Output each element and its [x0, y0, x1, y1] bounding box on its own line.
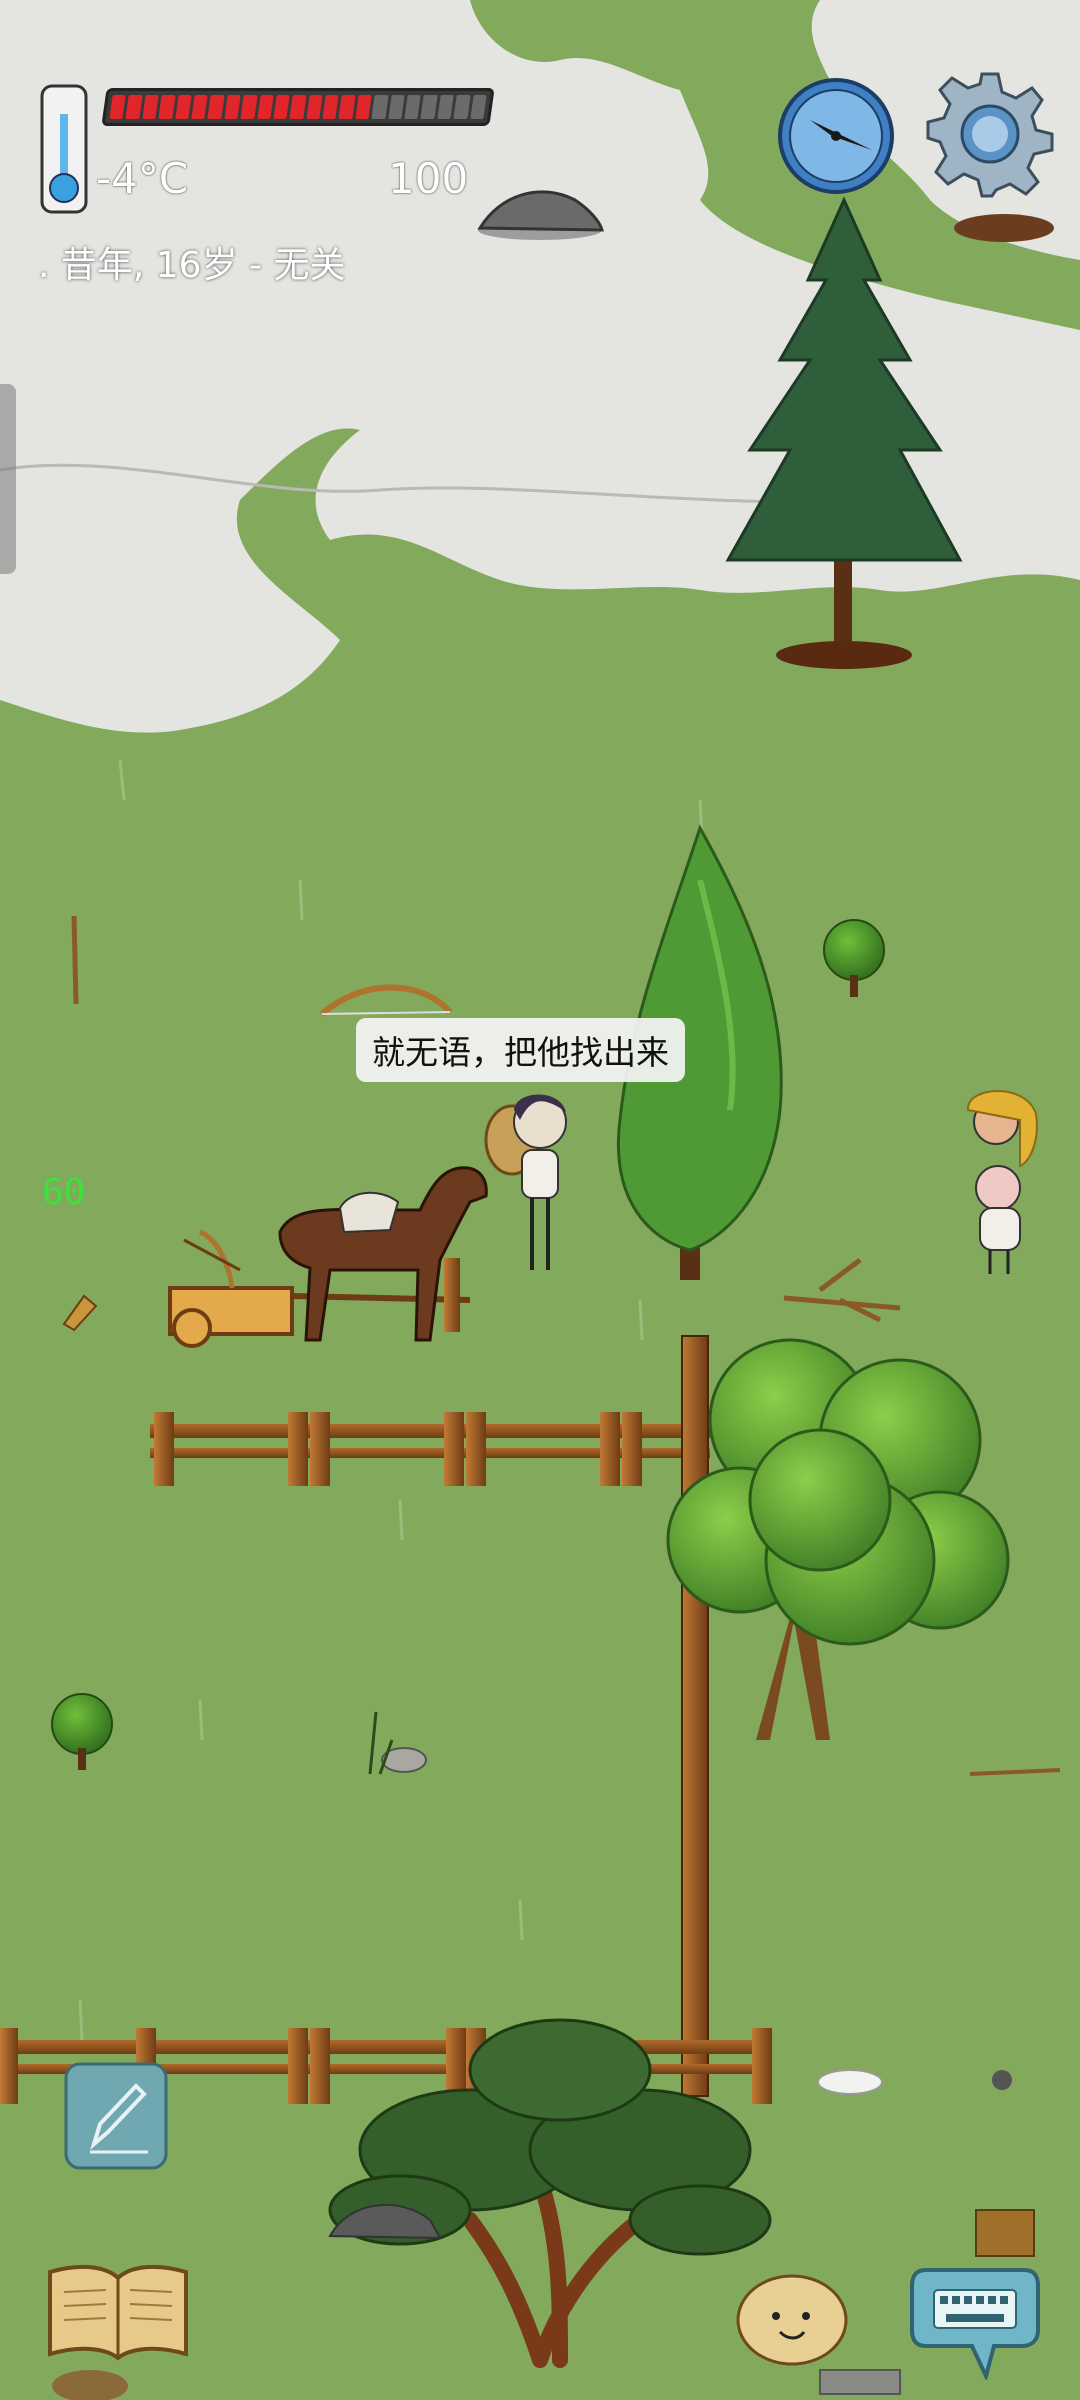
health-segment: [355, 95, 372, 119]
health-segment: [420, 95, 438, 119]
straw-bundle: [975, 2209, 1035, 2257]
speech-bubble: 就无语，把他找出来: [356, 1018, 685, 1082]
wool: [817, 2069, 883, 2095]
book-icon[interactable]: [44, 2262, 192, 2362]
health-segment: [273, 95, 290, 119]
dirt-mound: [954, 214, 1054, 242]
health-segment: [437, 95, 454, 119]
health-segment: [322, 95, 340, 119]
stick: [71, 915, 79, 1005]
health-segment: [207, 95, 225, 119]
health-segment: [109, 95, 127, 119]
fps-counter: 60: [42, 1172, 86, 1213]
health-bar: [101, 88, 495, 126]
face-icon[interactable]: [734, 2268, 850, 2368]
health-segment: [338, 95, 356, 119]
health-segment: [289, 95, 307, 119]
game-world[interactable]: [0, 0, 1080, 2400]
wooden-fence-vertical: [681, 1335, 709, 2097]
fence-post: [444, 1258, 460, 1332]
health-segment: [240, 95, 258, 119]
keyboard-icon[interactable]: [910, 2260, 1040, 2380]
pencil-icon[interactable]: [64, 2062, 168, 2170]
gear-icon[interactable]: [926, 70, 1054, 198]
health-segment: [224, 95, 241, 119]
health-segment: [158, 95, 176, 119]
temperature-readout: -4°C: [96, 154, 189, 203]
health-segment: [404, 95, 422, 119]
health-segment: [371, 95, 389, 119]
health-segment: [174, 95, 192, 119]
health-segment: [256, 95, 274, 119]
health-segment: [387, 95, 405, 119]
health-segment: [125, 95, 143, 119]
health-segment: [191, 95, 209, 119]
health-segment: [306, 95, 323, 119]
compass-icon[interactable]: [776, 76, 896, 196]
food-value: 100: [388, 154, 469, 203]
stone-stack: [819, 2369, 901, 2395]
thermometer-icon: [40, 84, 88, 214]
health-segment: [469, 95, 487, 119]
health-segment: [142, 95, 159, 119]
side-drawer-handle[interactable]: [0, 384, 16, 574]
character-status: . 昔年, 16岁 - 无关: [38, 245, 346, 286]
health-segment: [453, 95, 471, 119]
small-stone: [992, 2070, 1012, 2090]
